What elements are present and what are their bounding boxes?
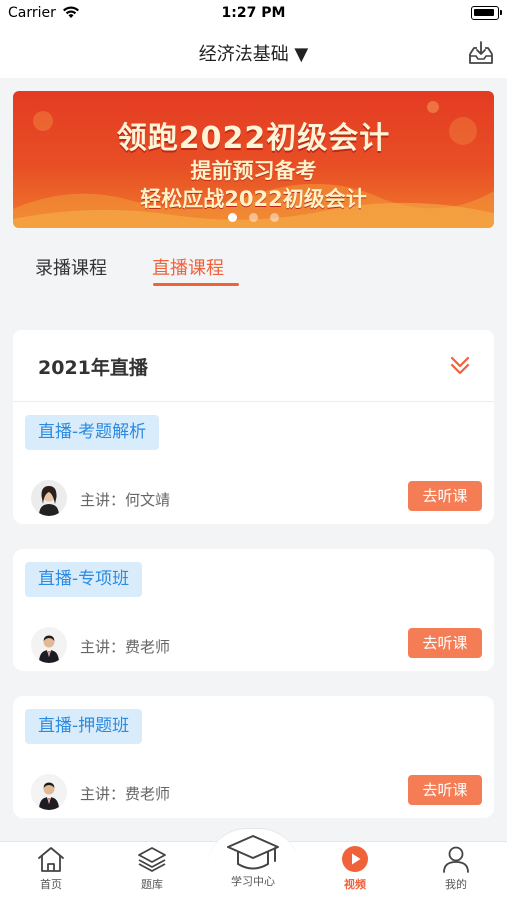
screen: Carrier 1:27 PM 经济法基础 ▼ 领跑2022初级会计 提前预习备… xyxy=(0,0,507,900)
teacher-avatar xyxy=(31,627,67,663)
graduation-cap-icon xyxy=(227,835,279,870)
attend-class-button[interactable]: 去听课 xyxy=(408,628,482,658)
tab-home-label: 首页 xyxy=(40,878,62,891)
teacher-name: 主讲：费老师 xyxy=(80,785,171,803)
tab-learning-center-label: 学习中心 xyxy=(231,875,275,888)
tab-question-bank-label: 题库 xyxy=(141,878,163,891)
promo-banner[interactable]: 领跑2022初级会计 提前预习备考 轻松应战2022初级会计 xyxy=(13,91,494,228)
course-tag: 直播-考题解析 xyxy=(25,415,160,450)
tab-home[interactable]: 首页 xyxy=(16,845,86,892)
play-circle-icon xyxy=(342,846,368,872)
section-header[interactable]: 2021年直播 xyxy=(13,330,494,402)
active-tab-indicator xyxy=(153,283,239,286)
tab-video-label: 视频 xyxy=(344,878,366,891)
banner-dot[interactable] xyxy=(270,213,279,222)
banner-title: 领跑2022初级会计 xyxy=(116,121,391,156)
course-tag: 直播-专项班 xyxy=(25,562,143,597)
tab-question-bank[interactable]: 题库 xyxy=(117,845,187,892)
download-icon[interactable] xyxy=(467,40,495,66)
clock-time: 1:27 PM xyxy=(221,5,286,21)
chevron-double-down-icon[interactable] xyxy=(448,354,472,378)
banner-dot[interactable] xyxy=(249,213,258,222)
banner-pagination xyxy=(13,207,494,226)
layers-icon xyxy=(138,847,166,872)
subject-selector[interactable]: 经济法基础 ▼ xyxy=(0,40,507,66)
section-title: 2021年直播 xyxy=(38,357,148,379)
banner-dot[interactable] xyxy=(228,213,237,222)
tab-recorded-courses[interactable]: 录播课程 xyxy=(35,254,107,280)
course-card[interactable]: 直播-专项班 主讲：费老师 去听课 xyxy=(13,549,494,671)
course-card[interactable]: 直播-押题班 主讲：费老师 去听课 xyxy=(13,696,494,818)
attend-class-button[interactable]: 去听课 xyxy=(408,775,482,805)
teacher-name: 主讲：何文靖 xyxy=(80,491,171,509)
battery-icon xyxy=(471,6,502,20)
user-icon xyxy=(443,846,469,873)
tab-profile[interactable]: 我的 xyxy=(421,845,491,892)
tab-live-courses[interactable]: 直播课程 xyxy=(152,254,224,280)
tab-learning-center[interactable]: 学习中心 xyxy=(218,833,288,889)
teacher-avatar xyxy=(31,480,67,516)
home-icon xyxy=(38,847,64,872)
banner-subtitle-1: 提前预习备考 xyxy=(190,159,317,183)
teacher-avatar xyxy=(31,774,67,810)
teacher-name: 主讲：费老师 xyxy=(80,638,171,656)
nav-bar: 经济法基础 ▼ xyxy=(0,28,507,78)
status-bar: Carrier 1:27 PM xyxy=(0,0,507,28)
course-card[interactable]: 直播-考题解析 主讲：何文靖 去听课 xyxy=(13,402,494,524)
attend-class-button[interactable]: 去听课 xyxy=(408,481,482,511)
tab-video[interactable]: 视频 xyxy=(320,845,390,892)
course-tag: 直播-押题班 xyxy=(25,709,143,744)
tab-profile-label: 我的 xyxy=(445,878,467,891)
